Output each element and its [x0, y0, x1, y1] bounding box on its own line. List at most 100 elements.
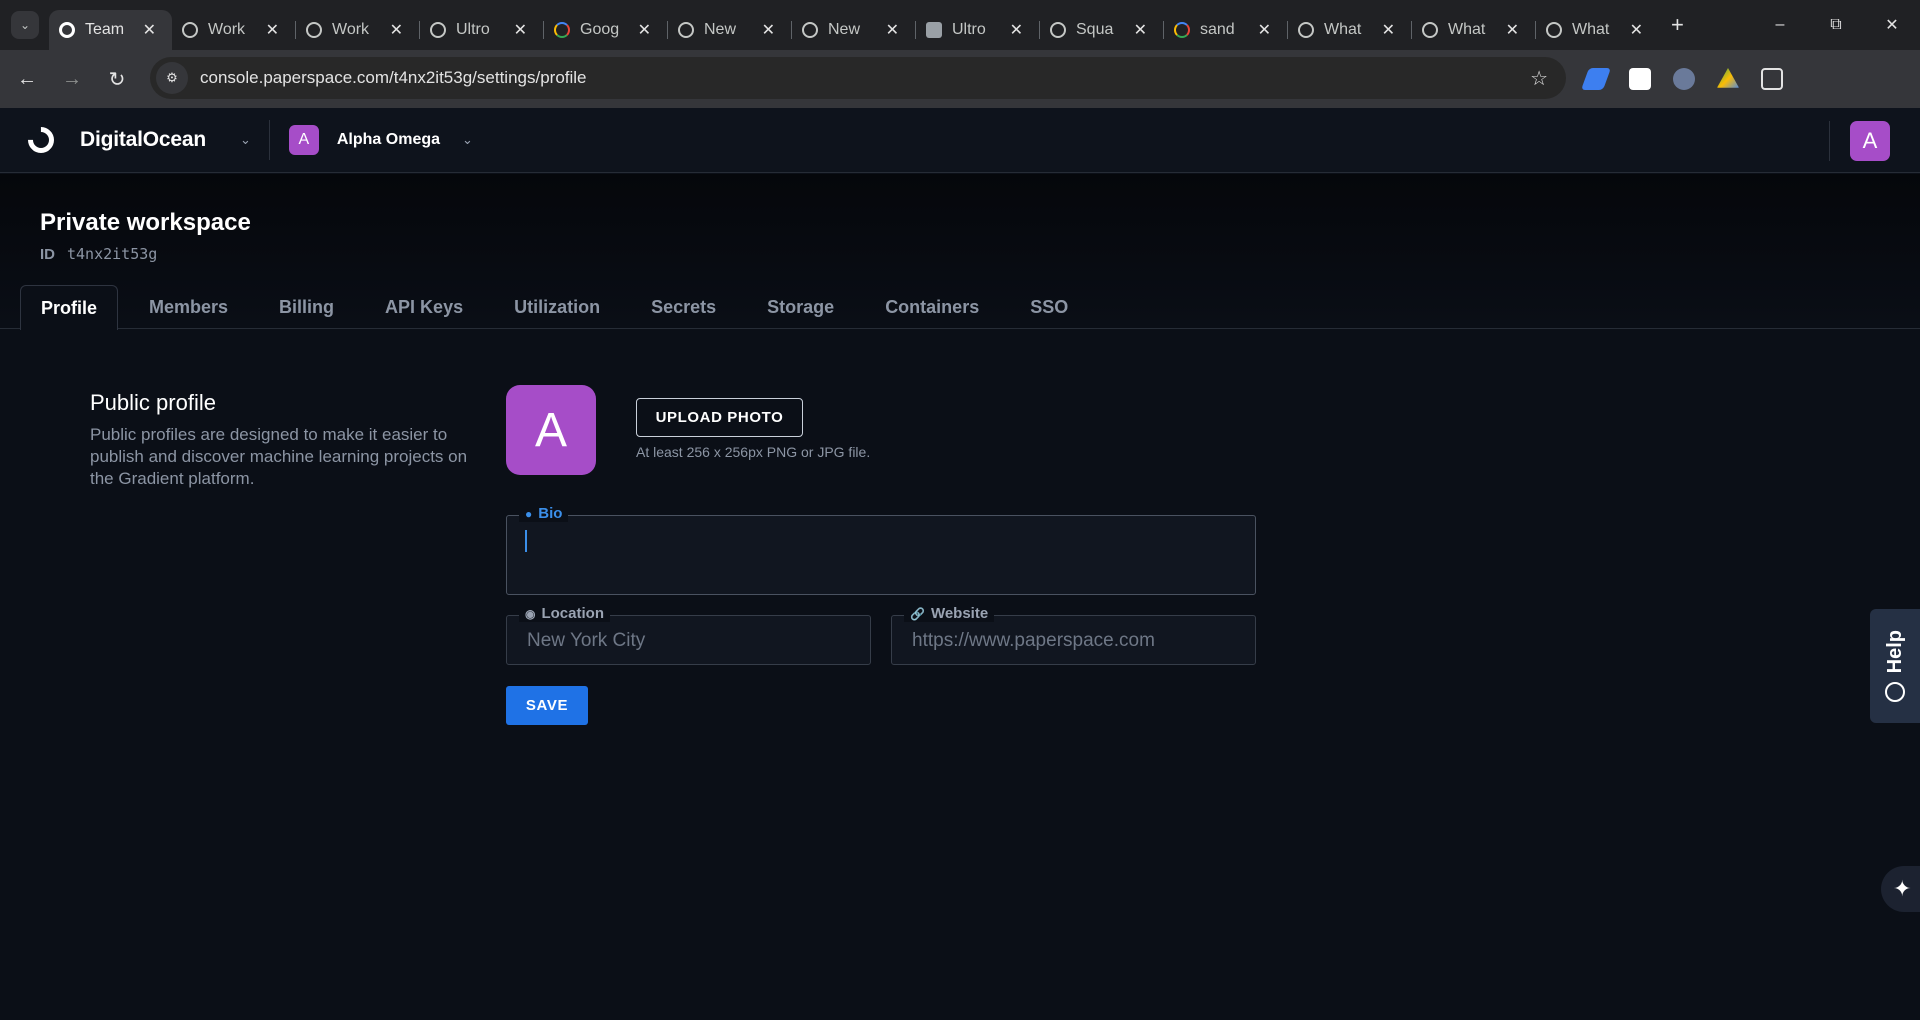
- tab-containers[interactable]: Containers: [865, 285, 999, 329]
- workspace-header: Private workspace ID t4nx2it53g Profile …: [0, 174, 1920, 330]
- close-tab-icon[interactable]: ✕: [1258, 20, 1271, 40]
- lifebuoy-icon: [1885, 681, 1905, 702]
- browser-tab[interactable]: Goog ✕: [544, 10, 667, 50]
- browser-tab[interactable]: sand ✕: [1164, 10, 1287, 50]
- save-button[interactable]: SAVE: [506, 686, 588, 725]
- section-title: Public profile: [90, 390, 216, 415]
- website-placeholder: https://www.paperspace.com: [912, 630, 1155, 651]
- app-header: DigitalOcean ⌄ A Alpha Omega ⌄ A: [0, 108, 1920, 173]
- tab-sso[interactable]: SSO: [1010, 285, 1088, 329]
- browser-tab[interactable]: New ✕: [668, 10, 791, 50]
- close-tab-icon[interactable]: ✕: [390, 20, 403, 40]
- browser-tab[interactable]: Team ✕: [49, 10, 172, 50]
- google-favicon-icon: [1174, 22, 1190, 38]
- browser-tabs: Team ✕ Work ✕ Work ✕ Ultro ✕ Goog ✕ New ✕ New ✕…: [49, 0, 1684, 50]
- close-tab-icon[interactable]: ✕: [1134, 20, 1147, 40]
- close-tab-icon[interactable]: ✕: [1010, 20, 1023, 40]
- bio-field[interactable]: ● Bio: [506, 505, 1256, 595]
- digitalocean-favicon-icon: [59, 22, 75, 38]
- website-label: Website: [930, 605, 989, 622]
- browser-tab[interactable]: Work ✕: [172, 10, 295, 50]
- browser-tab-strip: ⌄ Team ✕ Work ✕ Work ✕ Ultro ✕ Goog ✕ New ✕ Ne…: [0, 0, 1920, 50]
- openai-favicon-icon: [1422, 22, 1438, 38]
- tab-storage[interactable]: Storage: [747, 285, 854, 329]
- squarespace-favicon-icon: [1050, 22, 1066, 38]
- close-tab-icon[interactable]: ✕: [266, 20, 279, 40]
- user-avatar[interactable]: A: [1850, 120, 1890, 161]
- close-tab-icon[interactable]: ✕: [638, 20, 651, 40]
- extension-icon[interactable]: [1580, 68, 1612, 90]
- section-description: Public profiles are designed to make it …: [90, 425, 468, 488]
- openai-favicon-icon: [1546, 22, 1562, 38]
- extensions-bar: [1580, 68, 1783, 90]
- team-chevron-down-icon[interactable]: ⌄: [462, 132, 473, 148]
- extensions-puzzle-icon[interactable]: [1761, 68, 1783, 90]
- browser-tab[interactable]: What ✕: [1412, 10, 1535, 50]
- location-pin-icon: ◉: [525, 606, 536, 621]
- user-icon: ●: [525, 506, 533, 521]
- tab-secrets[interactable]: Secrets: [631, 285, 736, 329]
- close-tab-icon[interactable]: ✕: [1506, 20, 1519, 40]
- profile-avatar: A: [506, 385, 596, 475]
- back-icon[interactable]: ←: [9, 61, 45, 97]
- tab-members[interactable]: Members: [129, 285, 248, 329]
- brand-chevron-down-icon[interactable]: ⌄: [240, 132, 251, 148]
- bio-label: Bio: [538, 505, 563, 522]
- tab-billing[interactable]: Billing: [259, 285, 354, 329]
- browser-tab[interactable]: Work ✕: [296, 10, 419, 50]
- tab-search-chevron-icon[interactable]: ⌄: [11, 11, 39, 39]
- upload-photo-button[interactable]: UPLOAD PHOTO: [636, 398, 803, 437]
- tab-utilization[interactable]: Utilization: [494, 285, 620, 329]
- url-text[interactable]: console.paperspace.com/t4nx2it53g/settin…: [200, 68, 587, 88]
- tab-api-keys[interactable]: API Keys: [365, 285, 483, 329]
- settings-tabs: Profile Members Billing API Keys Utiliza…: [20, 285, 1099, 330]
- close-tab-icon[interactable]: ✕: [514, 20, 527, 40]
- close-tab-icon[interactable]: ✕: [1382, 20, 1395, 40]
- workspace-title: Private workspace: [40, 209, 251, 236]
- extension-icon[interactable]: [1629, 68, 1651, 90]
- browser-tab[interactable]: What ✕: [1536, 10, 1659, 50]
- close-window-icon[interactable]: ✕: [1864, 0, 1920, 50]
- openai-favicon-icon: [182, 22, 198, 38]
- team-avatar[interactable]: A: [288, 125, 319, 155]
- restore-icon[interactable]: ⧉: [1808, 0, 1864, 50]
- close-tab-icon[interactable]: ✕: [762, 20, 775, 40]
- website-field[interactable]: 🔗 Website https://www.paperspace.com: [891, 605, 1256, 665]
- brand-name[interactable]: DigitalOcean: [80, 128, 206, 152]
- close-tab-icon[interactable]: ✕: [143, 20, 156, 40]
- minimize-icon[interactable]: –: [1752, 0, 1808, 50]
- browser-tab[interactable]: What ✕: [1288, 10, 1411, 50]
- bookmark-star-icon[interactable]: ☆: [1530, 66, 1548, 91]
- upload-hint: At least 256 x 256px PNG or JPG file.: [636, 444, 871, 460]
- openai-favicon-icon: [306, 22, 322, 38]
- google-drive-icon[interactable]: [1717, 68, 1739, 88]
- location-placeholder: New York City: [527, 630, 646, 651]
- location-field[interactable]: ◉ Location New York City: [506, 605, 871, 665]
- reload-icon[interactable]: ↻: [99, 61, 135, 97]
- profile-settings: Public profile Public profiles are desig…: [0, 330, 1920, 1020]
- browser-tab[interactable]: New ✕: [792, 10, 915, 50]
- browser-tab[interactable]: Squa ✕: [1040, 10, 1163, 50]
- chrome-favicon-icon: [678, 22, 694, 38]
- openai-favicon-icon: [1298, 22, 1314, 38]
- extension-icon[interactable]: [1673, 68, 1695, 90]
- workspace-id-label: ID: [40, 246, 55, 263]
- help-tab[interactable]: Help: [1870, 609, 1920, 723]
- team-name[interactable]: Alpha Omega: [337, 131, 440, 149]
- window-controls: – ⧉ ✕: [1752, 0, 1920, 50]
- forward-icon[interactable]: →: [54, 61, 90, 97]
- link-icon: 🔗: [910, 606, 925, 621]
- address-bar[interactable]: ⚙ console.paperspace.com/t4nx2it53g/sett…: [150, 57, 1566, 99]
- tab-profile[interactable]: Profile: [20, 285, 119, 330]
- ultro-favicon-icon: [430, 22, 446, 38]
- new-tab-icon[interactable]: +: [1671, 12, 1684, 38]
- google-ads-favicon-icon: [554, 22, 570, 38]
- close-tab-icon[interactable]: ✕: [886, 20, 899, 40]
- digitalocean-logo-icon[interactable]: [22, 121, 60, 159]
- site-info-icon[interactable]: ⚙: [156, 62, 188, 94]
- browser-tab[interactable]: Ultro ✕: [420, 10, 543, 50]
- close-tab-icon[interactable]: ✕: [1630, 20, 1643, 40]
- browser-tab[interactable]: Ultro ✕: [916, 10, 1039, 50]
- ai-sparkle-icon[interactable]: ✦: [1881, 866, 1920, 912]
- text-cursor: [525, 530, 527, 552]
